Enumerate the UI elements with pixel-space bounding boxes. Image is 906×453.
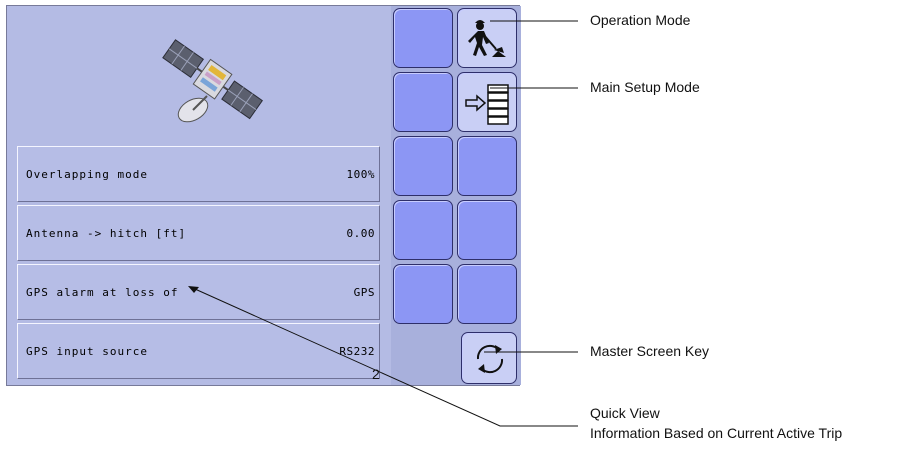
callout-quick-view: Quick View <box>590 405 660 421</box>
callout-quick-view-detail: Information Based on Current Active Trip <box>590 425 843 441</box>
callout-main-setup-mode: Main Setup Mode <box>590 79 700 95</box>
callout-lines <box>188 20 578 427</box>
callout-master-screen-key: Master Screen Key <box>590 343 710 359</box>
callout-operation-mode: Operation Mode <box>590 12 691 28</box>
